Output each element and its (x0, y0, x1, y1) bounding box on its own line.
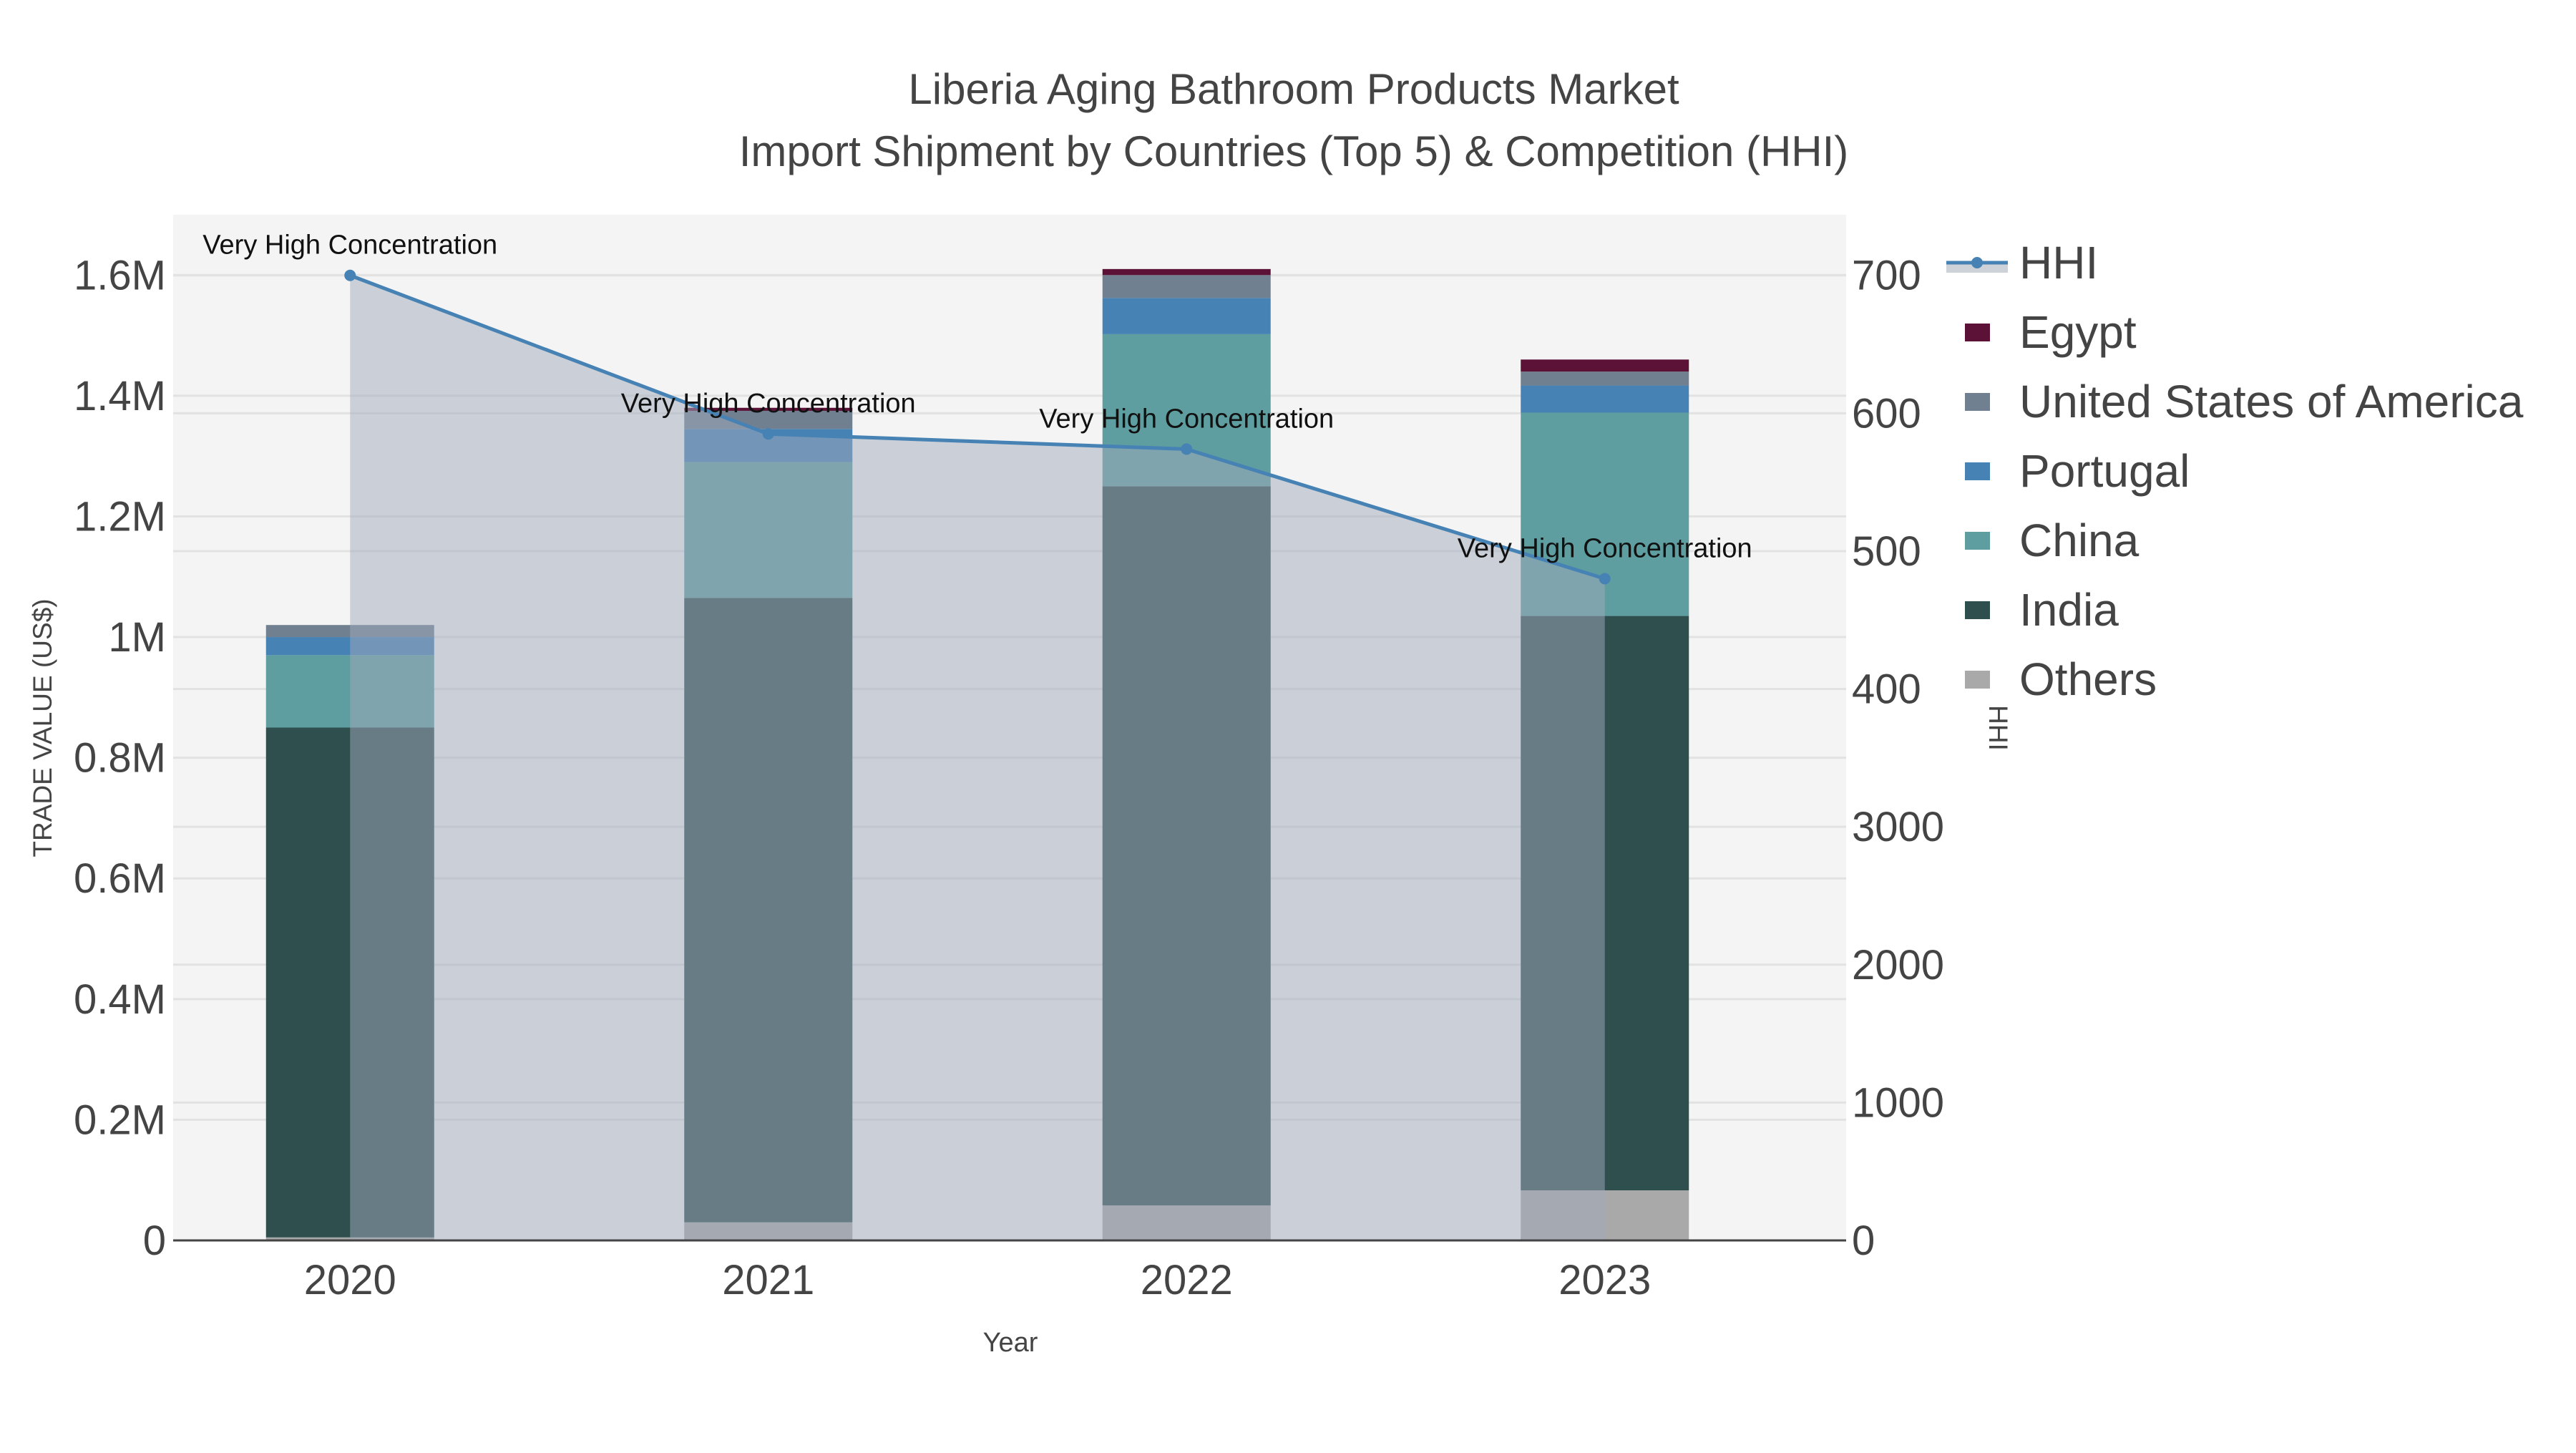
legend-label: Others (2019, 653, 2157, 705)
x-tick-label: 2021 (722, 1257, 814, 1303)
legend-item-others: Others (1965, 653, 2157, 705)
y-tick-label: 0 (143, 1218, 166, 1264)
chart: Very High Concentration Very High Concent… (28, 65, 2524, 1358)
y2-tick-label: 2000 (1852, 942, 1944, 988)
hhi-point (1599, 573, 1611, 585)
y-tick-label: 1.4M (74, 373, 166, 419)
y-tick-label: 1M (108, 614, 166, 661)
legend-swatch (1965, 671, 1990, 689)
legend-item-hhi: HHI (1946, 237, 2098, 288)
legend-item-egypt: Egypt (1965, 306, 2137, 358)
legend-swatch (1965, 532, 1990, 550)
legend-label: Portugal (2019, 445, 2190, 497)
y2-axis-title: HHI (1984, 705, 2013, 751)
hhi-point (762, 428, 774, 440)
legend-swatch (1965, 393, 1990, 411)
legend-label: Egypt (2019, 306, 2137, 358)
y2-tick-label: 400 (1852, 666, 1921, 713)
legend-item-china: China (1965, 515, 2140, 566)
chart-title: Liberia Aging Bathroom Products Market (908, 65, 1679, 113)
y-tick-label: 1.2M (74, 493, 166, 540)
legend-label: United States of America (2019, 376, 2524, 427)
legend-item-united-states-of-america: United States of America (1965, 376, 2524, 427)
x-tick-label: 2023 (1558, 1257, 1651, 1303)
bar-portugal-2023 (1521, 385, 1689, 413)
hhi-point (1181, 443, 1193, 455)
x-tick-label: 2022 (1141, 1257, 1233, 1303)
y2-tick-label: 0 (1852, 1218, 1875, 1264)
y-tick-label: 0.2M (74, 1097, 166, 1143)
y2-tick-label: 600 (1852, 390, 1921, 437)
legend-label: China (2019, 515, 2140, 566)
y-tick-label: 0.8M (74, 735, 166, 782)
legend-swatch (1965, 462, 1990, 480)
y-axis-title: TRADE VALUE (US$) (28, 598, 57, 857)
legend-item-india: India (1965, 584, 2119, 636)
legend-marker (1971, 257, 1983, 268)
hhi-point (344, 269, 356, 281)
hhi-annotation: Very High Concentration (203, 230, 497, 261)
legend-label: India (2019, 584, 2119, 636)
bar-portugal-2022 (1102, 298, 1271, 334)
y-tick-label: 0.4M (74, 976, 166, 1023)
y-tick-label: 1.6M (74, 252, 166, 298)
y2-tick-label: 500 (1852, 528, 1921, 575)
y2-tick-label: 1000 (1852, 1079, 1944, 1126)
bar-egypt-2022 (1102, 268, 1271, 276)
hhi-annotation: Very High Concentration (1458, 533, 1752, 563)
bar-united-states-of-america-2022 (1102, 275, 1271, 298)
bar-united-states-of-america-2023 (1521, 371, 1689, 386)
legend-swatch (1965, 601, 1990, 619)
chart-subtitle: Import Shipment by Countries (Top 5) & C… (739, 127, 1849, 175)
legend-label: HHI (2019, 237, 2098, 288)
legend-item-portugal: Portugal (1965, 445, 2190, 497)
legend-swatch (1965, 324, 1990, 341)
x-axis-title: Year (983, 1328, 1038, 1358)
y-tick-label: 0.6M (74, 855, 166, 902)
bar-egypt-2023 (1521, 359, 1689, 372)
y2-tick-label: 700 (1852, 253, 1921, 299)
x-tick-label: 2020 (304, 1257, 396, 1303)
hhi-annotation: Very High Concentration (1039, 404, 1334, 434)
y2-tick-label: 3000 (1852, 804, 1944, 850)
hhi-annotation: Very High Concentration (621, 389, 916, 419)
